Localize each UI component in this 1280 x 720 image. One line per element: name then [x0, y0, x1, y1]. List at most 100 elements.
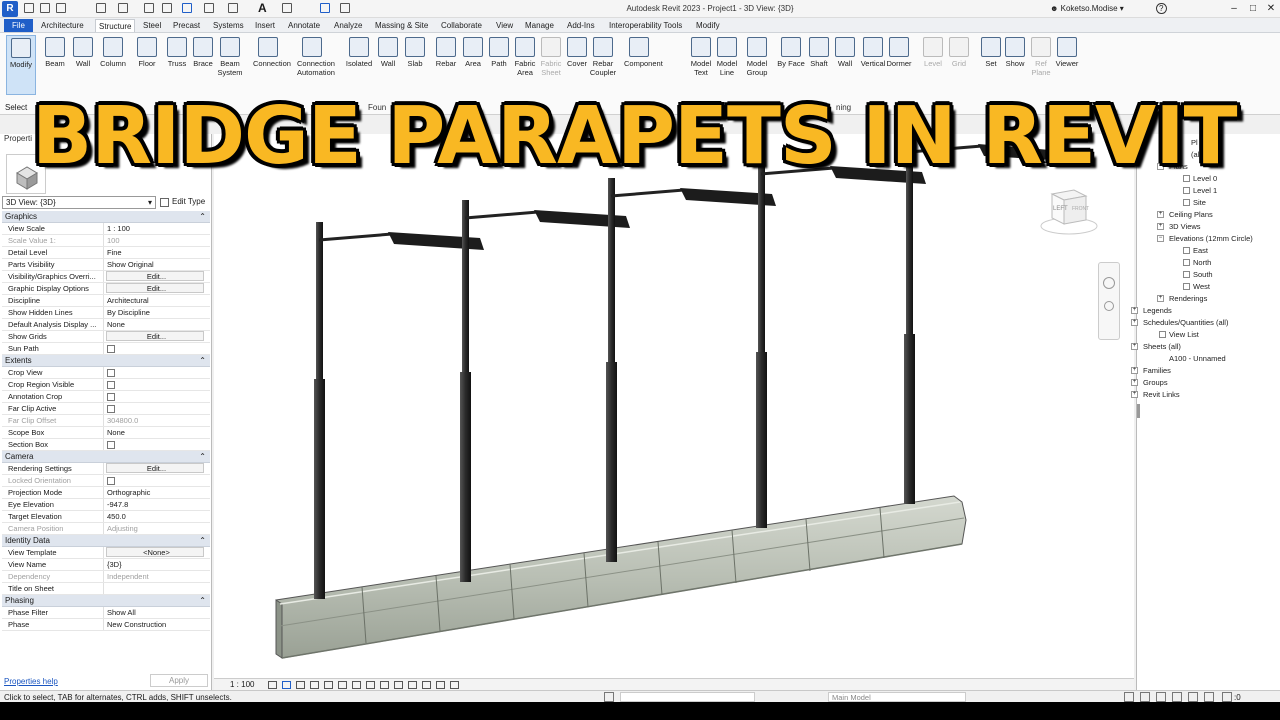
tab-modify[interactable]: Modify	[693, 19, 723, 32]
switch-windows-icon[interactable]	[340, 3, 350, 13]
tab-precast[interactable]: Precast	[170, 19, 203, 32]
property-value[interactable]: New Construction	[104, 619, 210, 630]
browser-item[interactable]: A100 - Unnamed	[1169, 354, 1226, 363]
browser-item[interactable]: South	[1193, 270, 1213, 279]
visual-style-icon[interactable]	[282, 681, 291, 689]
section-phasing[interactable]: Phasing ⌃	[2, 595, 210, 607]
tree-expand-icon[interactable]: +	[1131, 391, 1138, 398]
sync-icon[interactable]	[56, 3, 66, 13]
select-by-face-icon[interactable]	[1188, 692, 1198, 702]
property-checkbox-cell[interactable]	[104, 403, 210, 414]
collapse-icon[interactable]: ⌃	[199, 535, 206, 547]
checkbox[interactable]	[107, 381, 115, 389]
rendering-icon[interactable]	[324, 681, 333, 689]
property-edit-button[interactable]: Edit...	[106, 271, 204, 281]
browser-item[interactable]: North	[1193, 258, 1211, 267]
browser-item[interactable]: Level 1	[1193, 186, 1217, 195]
property-value[interactable]: None	[104, 319, 210, 330]
browser-item[interactable]: Renderings	[1169, 294, 1207, 303]
checkbox[interactable]	[107, 345, 115, 353]
tab-interoperability-tools[interactable]: Interoperability Tools	[606, 19, 685, 32]
tab-file[interactable]: File	[4, 19, 33, 32]
thin-lines-icon[interactable]	[182, 3, 192, 13]
analytical-model-icon[interactable]	[422, 681, 431, 689]
select-pinned-icon[interactable]	[1172, 692, 1182, 702]
collapse-icon[interactable]: ⌃	[199, 451, 206, 463]
browser-item[interactable]: View List	[1169, 330, 1199, 339]
sun-path-icon[interactable]	[296, 681, 305, 689]
property-value[interactable]: Architectural	[104, 295, 210, 306]
section-identity-data[interactable]: Identity Data ⌃	[2, 535, 210, 547]
tree-expand-icon[interactable]: +	[1131, 379, 1138, 386]
apply-button[interactable]: Apply	[150, 674, 208, 687]
print-icon[interactable]	[144, 3, 154, 13]
crop-view-icon[interactable]	[338, 681, 347, 689]
tab-massing-site[interactable]: Massing & Site	[372, 19, 431, 32]
property-value[interactable]: -947.8	[104, 499, 210, 510]
properties-help-link[interactable]: Properties help	[4, 677, 58, 686]
viewcube-front-face[interactable]: FRONT	[1072, 206, 1089, 212]
property-edit-button[interactable]: Edit...	[106, 283, 204, 293]
property-value[interactable]: 1 : 100	[104, 223, 210, 234]
zoom-icon[interactable]	[1104, 301, 1114, 311]
open-icon[interactable]	[24, 3, 34, 13]
property-checkbox-cell[interactable]	[104, 379, 210, 390]
browser-item[interactable]: Site	[1193, 198, 1206, 207]
property-value[interactable]	[104, 583, 210, 594]
active-workset-select[interactable]	[620, 692, 755, 702]
tab-architecture[interactable]: Architecture	[38, 19, 87, 32]
tab-analyze[interactable]: Analyze	[331, 19, 365, 32]
property-value[interactable]: Orthographic	[104, 487, 210, 498]
tree-expand-icon[interactable]: +	[1157, 295, 1164, 302]
tab-add-ins[interactable]: Add-Ins	[564, 19, 598, 32]
dimension-icon[interactable]	[204, 3, 214, 13]
checkbox[interactable]	[107, 405, 115, 413]
collapse-icon[interactable]: ⌃	[199, 355, 206, 367]
browser-item[interactable]: 3D Views	[1169, 222, 1201, 231]
view-type-selector[interactable]: 3D View: {3D} ▾	[2, 196, 156, 209]
shadows-icon[interactable]	[310, 681, 319, 689]
property-value[interactable]: 450.0	[104, 511, 210, 522]
tree-expand-icon[interactable]: +	[1157, 223, 1164, 230]
revit-logo-icon[interactable]: R	[2, 1, 18, 17]
worksets-icon[interactable]	[604, 692, 614, 702]
detail-level-icon[interactable]	[268, 681, 277, 689]
browser-item[interactable]: Groups	[1143, 378, 1168, 387]
save-icon[interactable]	[40, 3, 50, 13]
tab-collaborate[interactable]: Collaborate	[438, 19, 485, 32]
property-checkbox-cell[interactable]	[104, 367, 210, 378]
property-checkbox-cell[interactable]	[104, 343, 210, 354]
temporary-hide-icon[interactable]	[380, 681, 389, 689]
viewcube-left-face[interactable]: LEFT	[1053, 206, 1068, 212]
steering-wheel-icon[interactable]	[1103, 277, 1115, 289]
section-graphics[interactable]: Graphics ⌃	[2, 211, 210, 223]
property-value[interactable]: Fine	[104, 247, 210, 258]
default-3d-icon[interactable]	[282, 3, 292, 13]
viewcube[interactable]: LEFT FRONT	[1040, 186, 1098, 236]
tree-expand-icon[interactable]: +	[1157, 211, 1164, 218]
maximize-button[interactable]: □	[1245, 2, 1261, 16]
checkbox[interactable]	[107, 393, 115, 401]
tree-expand-icon[interactable]: +	[1131, 343, 1138, 350]
lock-view-icon[interactable]	[366, 681, 375, 689]
view-scale[interactable]: 1 : 100	[230, 680, 254, 689]
tree-expand-icon[interactable]: +	[1131, 319, 1138, 326]
property-edit-button[interactable]: Edit...	[106, 331, 204, 341]
tab-annotate[interactable]: Annotate	[285, 19, 323, 32]
browser-item[interactable]: East	[1193, 246, 1208, 255]
tree-expand-icon[interactable]: −	[1157, 235, 1164, 242]
tab-steel[interactable]: Steel	[140, 19, 164, 32]
tab-insert[interactable]: Insert	[252, 19, 278, 32]
tree-expand-icon[interactable]: +	[1131, 307, 1138, 314]
browser-item[interactable]: Sheets (all)	[1143, 342, 1181, 351]
property-value[interactable]: {3D}	[104, 559, 210, 570]
reveal-hidden-icon[interactable]	[394, 681, 403, 689]
select-panel-label[interactable]: Select	[5, 103, 27, 112]
property-edit-button[interactable]: Edit...	[106, 463, 204, 473]
redo-icon[interactable]	[118, 3, 128, 13]
3d-viewport[interactable]: LEFT FRONT	[214, 134, 1134, 678]
browser-item[interactable]: West	[1193, 282, 1210, 291]
browser-item[interactable]: Schedules/Quantities (all)	[1143, 318, 1228, 327]
property-value[interactable]: None	[104, 427, 210, 438]
tab-systems[interactable]: Systems	[210, 19, 247, 32]
